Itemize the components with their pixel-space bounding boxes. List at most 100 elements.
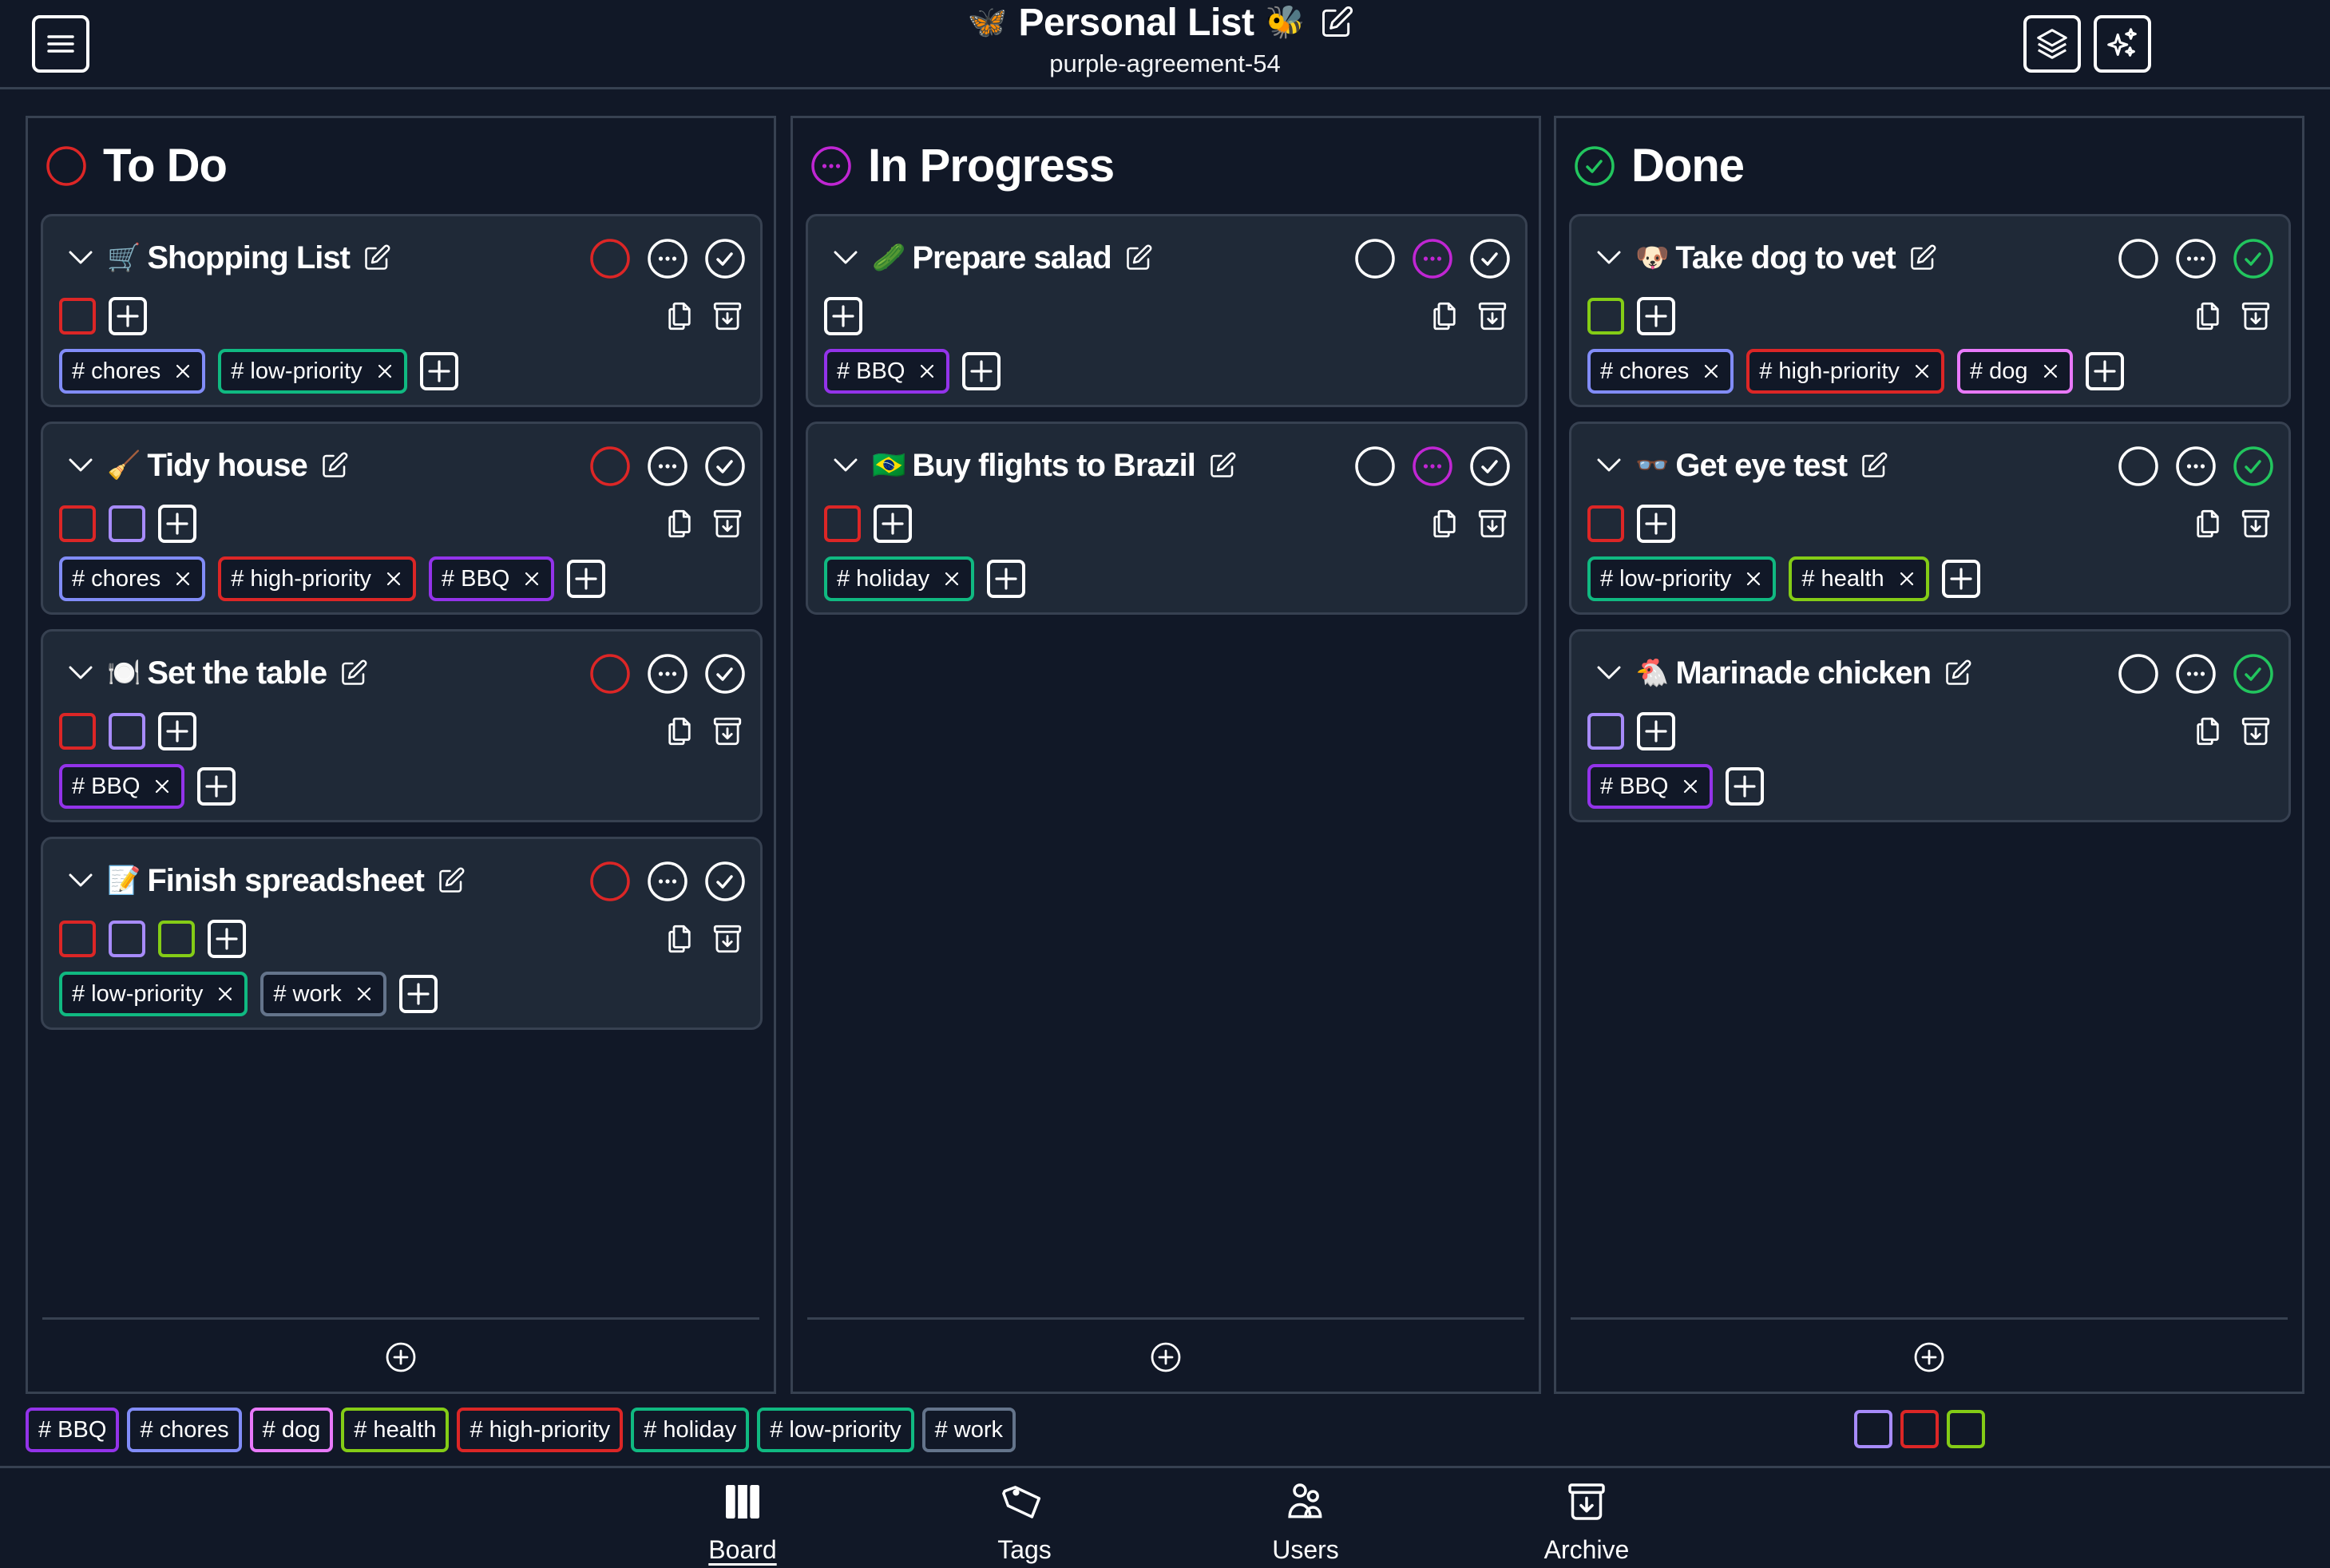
color-swatch[interactable] xyxy=(109,921,145,957)
mark-todo-button[interactable] xyxy=(1354,238,1395,279)
color-swatch[interactable] xyxy=(1587,713,1624,750)
mark-in-progress-button[interactable] xyxy=(1412,238,1452,279)
edit-title-icon[interactable] xyxy=(1319,5,1354,40)
archive-icon[interactable] xyxy=(711,506,744,541)
close-icon[interactable] xyxy=(524,571,540,587)
color-swatch[interactable] xyxy=(59,505,96,542)
mark-todo-button[interactable] xyxy=(2118,653,2158,694)
edit-task-icon[interactable] xyxy=(1860,451,1888,480)
add-task-icon[interactable] xyxy=(385,1341,417,1373)
mark-todo-button[interactable] xyxy=(2118,238,2158,279)
mark-done-button[interactable] xyxy=(704,653,745,694)
add-tag-button[interactable] xyxy=(1941,560,1980,598)
chevron-down-icon[interactable] xyxy=(832,452,859,479)
close-icon[interactable] xyxy=(944,571,960,587)
edit-task-icon[interactable] xyxy=(1944,659,1972,687)
close-icon[interactable] xyxy=(175,571,191,587)
nav-board[interactable]: Board xyxy=(663,1479,822,1565)
mark-in-progress-button[interactable] xyxy=(1412,445,1452,486)
close-icon[interactable] xyxy=(377,363,393,379)
close-icon[interactable] xyxy=(175,363,191,379)
close-icon[interactable] xyxy=(1703,363,1719,379)
add-tag-button[interactable] xyxy=(419,352,458,390)
add-color-button[interactable] xyxy=(1637,297,1675,335)
add-tag-button[interactable] xyxy=(2085,352,2124,390)
nav-users[interactable]: Users xyxy=(1226,1479,1385,1565)
duplicate-icon[interactable] xyxy=(663,714,696,749)
tag-filter-chip[interactable]: # health xyxy=(341,1408,450,1452)
layers-button[interactable] xyxy=(2023,15,2081,73)
color-swatch[interactable] xyxy=(59,921,96,957)
mark-todo-button[interactable] xyxy=(589,238,630,279)
add-color-button[interactable] xyxy=(158,505,196,543)
close-icon[interactable] xyxy=(1682,778,1698,794)
chevron-down-icon[interactable] xyxy=(67,867,94,894)
duplicate-icon[interactable] xyxy=(663,921,696,956)
color-swatch[interactable] xyxy=(1587,298,1624,335)
add-tag-button[interactable] xyxy=(197,767,236,806)
mark-done-button[interactable] xyxy=(1469,445,1510,486)
color-swatch[interactable] xyxy=(158,921,195,957)
archive-icon[interactable] xyxy=(1476,299,1509,334)
duplicate-icon[interactable] xyxy=(663,299,696,334)
add-task-icon[interactable] xyxy=(1913,1341,1945,1373)
chevron-down-icon[interactable] xyxy=(1595,244,1623,271)
mark-done-button[interactable] xyxy=(2233,238,2273,279)
color-swatch[interactable] xyxy=(109,713,145,750)
duplicate-icon[interactable] xyxy=(2191,299,2225,334)
tag-filter-chip[interactable]: # work xyxy=(921,1408,1016,1452)
nav-archive[interactable]: Archive xyxy=(1507,1479,1666,1565)
mark-done-button[interactable] xyxy=(1469,238,1510,279)
mark-in-progress-button[interactable] xyxy=(2175,653,2216,694)
mark-in-progress-button[interactable] xyxy=(647,653,688,694)
close-icon[interactable] xyxy=(154,778,170,794)
add-color-button[interactable] xyxy=(158,712,196,750)
add-color-button[interactable] xyxy=(109,297,147,335)
color-swatch[interactable] xyxy=(1587,505,1624,542)
mark-todo-button[interactable] xyxy=(589,861,630,901)
mark-in-progress-button[interactable] xyxy=(2175,238,2216,279)
mark-in-progress-button[interactable] xyxy=(647,445,688,486)
nav-tags[interactable]: Tags xyxy=(945,1479,1104,1565)
add-task-icon[interactable] xyxy=(1150,1341,1182,1373)
mark-done-button[interactable] xyxy=(2233,653,2273,694)
tag-filter-chip[interactable]: # BBQ xyxy=(26,1408,120,1452)
mark-done-button[interactable] xyxy=(704,445,745,486)
mark-todo-button[interactable] xyxy=(1354,445,1395,486)
add-color-button[interactable] xyxy=(874,505,912,543)
edit-task-icon[interactable] xyxy=(1208,451,1237,480)
mark-done-button[interactable] xyxy=(2233,445,2273,486)
close-icon[interactable] xyxy=(217,986,233,1002)
chevron-down-icon[interactable] xyxy=(67,244,94,271)
edit-task-icon[interactable] xyxy=(1908,244,1937,272)
color-swatch[interactable] xyxy=(109,505,145,542)
edit-task-icon[interactable] xyxy=(339,659,368,687)
mark-todo-button[interactable] xyxy=(589,653,630,694)
edit-task-icon[interactable] xyxy=(363,244,391,272)
add-tag-button[interactable] xyxy=(567,560,606,598)
archive-icon[interactable] xyxy=(711,921,744,956)
mark-todo-button[interactable] xyxy=(2118,445,2158,486)
add-tag-button[interactable] xyxy=(962,352,1001,390)
archive-icon[interactable] xyxy=(2239,506,2273,541)
close-icon[interactable] xyxy=(386,571,402,587)
chevron-down-icon[interactable] xyxy=(832,244,859,271)
color-filter-swatch[interactable] xyxy=(1947,1410,1985,1448)
add-tag-button[interactable] xyxy=(398,975,438,1013)
close-icon[interactable] xyxy=(356,986,372,1002)
chevron-down-icon[interactable] xyxy=(1595,659,1623,687)
mark-done-button[interactable] xyxy=(704,238,745,279)
chevron-down-icon[interactable] xyxy=(67,452,94,479)
color-swatch[interactable] xyxy=(59,298,96,335)
add-tag-button[interactable] xyxy=(987,560,1026,598)
add-color-button[interactable] xyxy=(1637,712,1675,750)
color-filter-swatch[interactable] xyxy=(1900,1410,1939,1448)
close-icon[interactable] xyxy=(1746,571,1761,587)
add-tag-button[interactable] xyxy=(1726,767,1765,806)
mark-in-progress-button[interactable] xyxy=(2175,445,2216,486)
tag-filter-chip[interactable]: # chores xyxy=(127,1408,242,1452)
duplicate-icon[interactable] xyxy=(663,506,696,541)
edit-task-icon[interactable] xyxy=(437,866,466,895)
chevron-down-icon[interactable] xyxy=(67,659,94,687)
archive-icon[interactable] xyxy=(711,714,744,749)
